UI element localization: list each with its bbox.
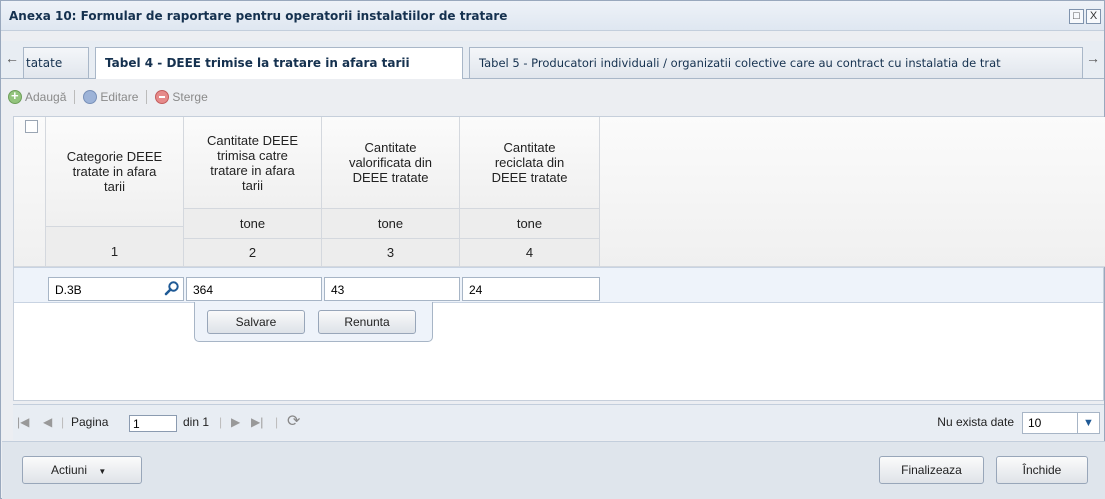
toolbar-separator (146, 90, 148, 104)
header-filler (600, 117, 1105, 267)
column-number-2: 2 (184, 239, 322, 267)
page-number-input[interactable]: 1 (129, 415, 177, 432)
window-title: Anexa 10: Formular de raportare pentru o… (9, 9, 508, 23)
first-page-icon[interactable]: |◀ (17, 415, 29, 429)
cantitate-valorificata-field[interactable]: 43 (324, 277, 460, 301)
page-size-select[interactable]: 10 (1022, 412, 1078, 434)
grid-toolbar: Adaugă Editare Sterge (2, 85, 208, 109)
edit-button-label: Editare (100, 90, 139, 104)
tab-scroll-right-icon[interactable]: → (1086, 50, 1100, 68)
column-header-cantitate-trimisa[interactable]: Cantitate DEEE trimisa catre tratare in … (184, 117, 322, 209)
footer: Actiuni ▼ Finalizeaza Închide (2, 441, 1105, 499)
tab-tabel-5[interactable]: Tabel 5 - Producatori individuali / orga… (469, 47, 1083, 78)
search-icon[interactable] (164, 280, 180, 296)
restore-icon[interactable]: □ (1069, 9, 1084, 24)
delete-button-label: Sterge (172, 90, 208, 104)
prev-page-icon[interactable]: ◀ (43, 415, 52, 429)
page-count-label: din 1 (183, 415, 210, 429)
select-all-checkbox[interactable] (25, 120, 38, 133)
close-icon[interactable]: X (1086, 9, 1101, 24)
add-button[interactable]: Adaugă (8, 88, 67, 104)
edit-icon (83, 90, 98, 104)
categorie-field[interactable]: D.3B (48, 277, 184, 301)
page-label: Pagina (71, 415, 109, 429)
add-icon (8, 88, 22, 104)
actions-button[interactable]: Actiuni ▼ (22, 456, 142, 484)
close-button[interactable]: Închide (996, 456, 1088, 484)
column-number-3: 3 (322, 239, 460, 267)
title-bar: Anexa 10: Formular de raportare pentru o… (1, 1, 1104, 31)
column-header-cantitate-reciclata[interactable]: Cantitate reciclata din DEEE tratate (460, 117, 600, 209)
delete-icon (155, 90, 170, 104)
cantitate-trimisa-field[interactable]: 364 (186, 277, 322, 301)
column-header-categorie[interactable]: Categorie DEEE tratate in afara tarii (46, 117, 184, 227)
chevron-down-icon[interactable]: ▼ (1078, 412, 1100, 434)
column-unit-cantitate-reciclata: tone (460, 209, 600, 239)
cancel-button[interactable]: Renunta (318, 310, 416, 334)
toolbar-separator (74, 90, 76, 104)
column-number-4: 4 (460, 239, 600, 267)
delete-button[interactable]: Sterge (155, 90, 208, 104)
row-editor: D.3B 364 43 24 (14, 267, 1103, 303)
add-button-label: Adaugă (25, 90, 67, 104)
next-page-icon[interactable]: ▶ (231, 415, 240, 429)
pager-separator: | (219, 415, 223, 429)
column-header-cantitate-valorificata[interactable]: Cantitate valorificata din DEEE tratate (322, 117, 460, 209)
column-number-1: 1 (46, 227, 184, 267)
chevron-down-icon: ▼ (98, 467, 107, 476)
pager-separator: | (275, 415, 279, 429)
refresh-icon[interactable]: ⟳ (287, 411, 300, 431)
pager: |◀ ◀ | Pagina 1 din 1 | ▶ ▶| | ⟳ Nu exis… (13, 404, 1104, 440)
tab-tabel-4[interactable]: Tabel 4 - DEEE trimise la tratare in afa… (95, 47, 463, 79)
tab-previous[interactable]: tatate (23, 47, 89, 78)
last-page-icon[interactable]: ▶| (251, 415, 263, 429)
form-window: Anexa 10: Formular de raportare pentru o… (0, 0, 1105, 499)
pager-separator: | (61, 415, 65, 429)
column-unit-cantitate-valorificata: tone (322, 209, 460, 239)
edit-button[interactable]: Editare (83, 90, 138, 104)
window-controls: □ X (1069, 9, 1101, 24)
tab-strip: ← tatate Tabel 4 - DEEE trimise la trata… (1, 41, 1104, 79)
column-unit-cantitate-trimisa: tone (184, 209, 322, 239)
row-editor-buttons: Salvare Renunta (194, 302, 433, 342)
data-grid: Categorie DEEE tratate in afara tarii 1 … (13, 116, 1105, 401)
categorie-value: D.3B (55, 283, 82, 297)
finish-button[interactable]: Finalizeaza (879, 456, 984, 484)
save-button[interactable]: Salvare (207, 310, 305, 334)
tab-scroll-left-icon[interactable]: ← (5, 50, 19, 68)
actions-button-label: Actiuni (51, 463, 88, 477)
cantitate-reciclata-field[interactable]: 24 (462, 277, 600, 301)
pager-status: Nu exista date (937, 415, 1014, 429)
select-all-header (14, 117, 46, 267)
